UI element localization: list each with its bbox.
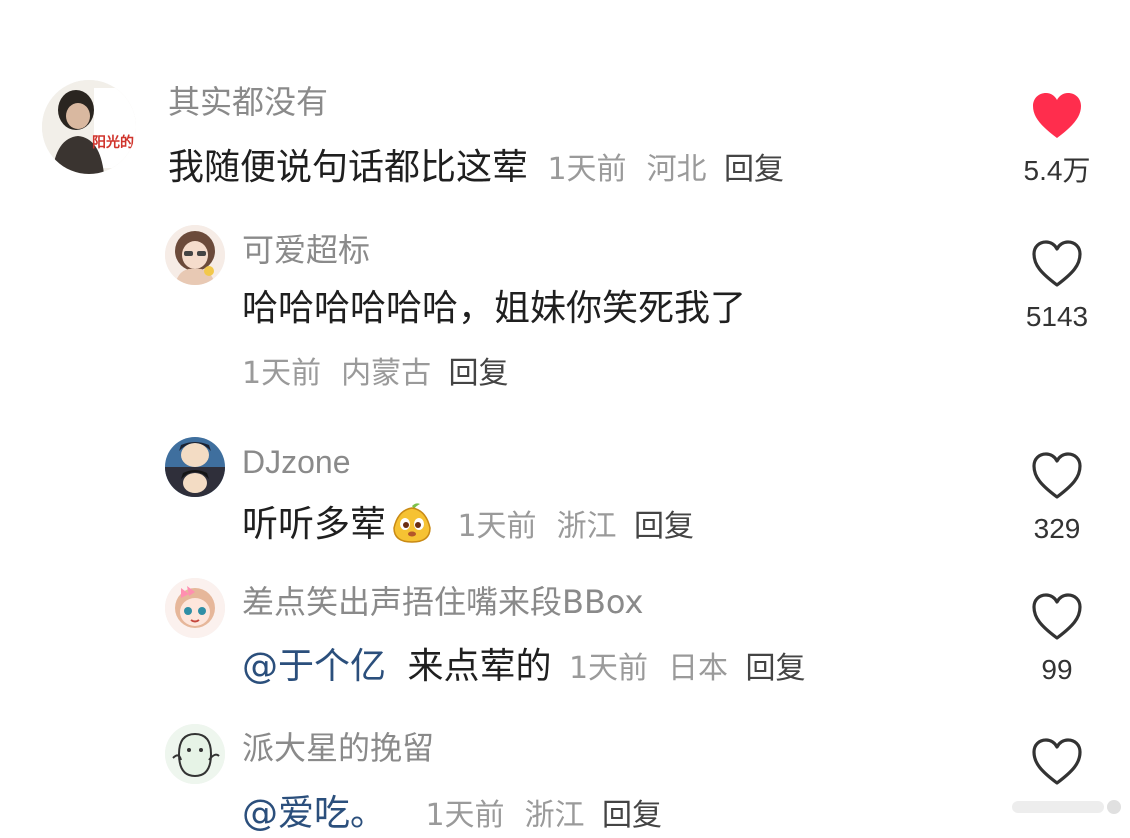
like-button[interactable] [1012,738,1102,786]
comment-location: 浙江 [524,798,585,833]
comment-time: 1天前 [425,798,505,833]
avatar[interactable] [165,724,225,784]
heart-outline-icon [1032,738,1082,785]
reply-button[interactable]: 回复 [602,798,662,833]
comment-text-row: @爱吃。 1天前 浙江 回复 [242,792,662,838]
avatar-blob-icon [165,724,225,784]
watermark-icon [1012,800,1121,814]
watermark-shape [1012,787,1122,827]
comment-5: 派大星的挽留 @爱吃。 1天前 浙江 回复 [0,0,1130,834]
mention-link[interactable]: @爱吃。 [242,793,386,834]
username[interactable]: 派大星的挽留 [242,728,434,768]
